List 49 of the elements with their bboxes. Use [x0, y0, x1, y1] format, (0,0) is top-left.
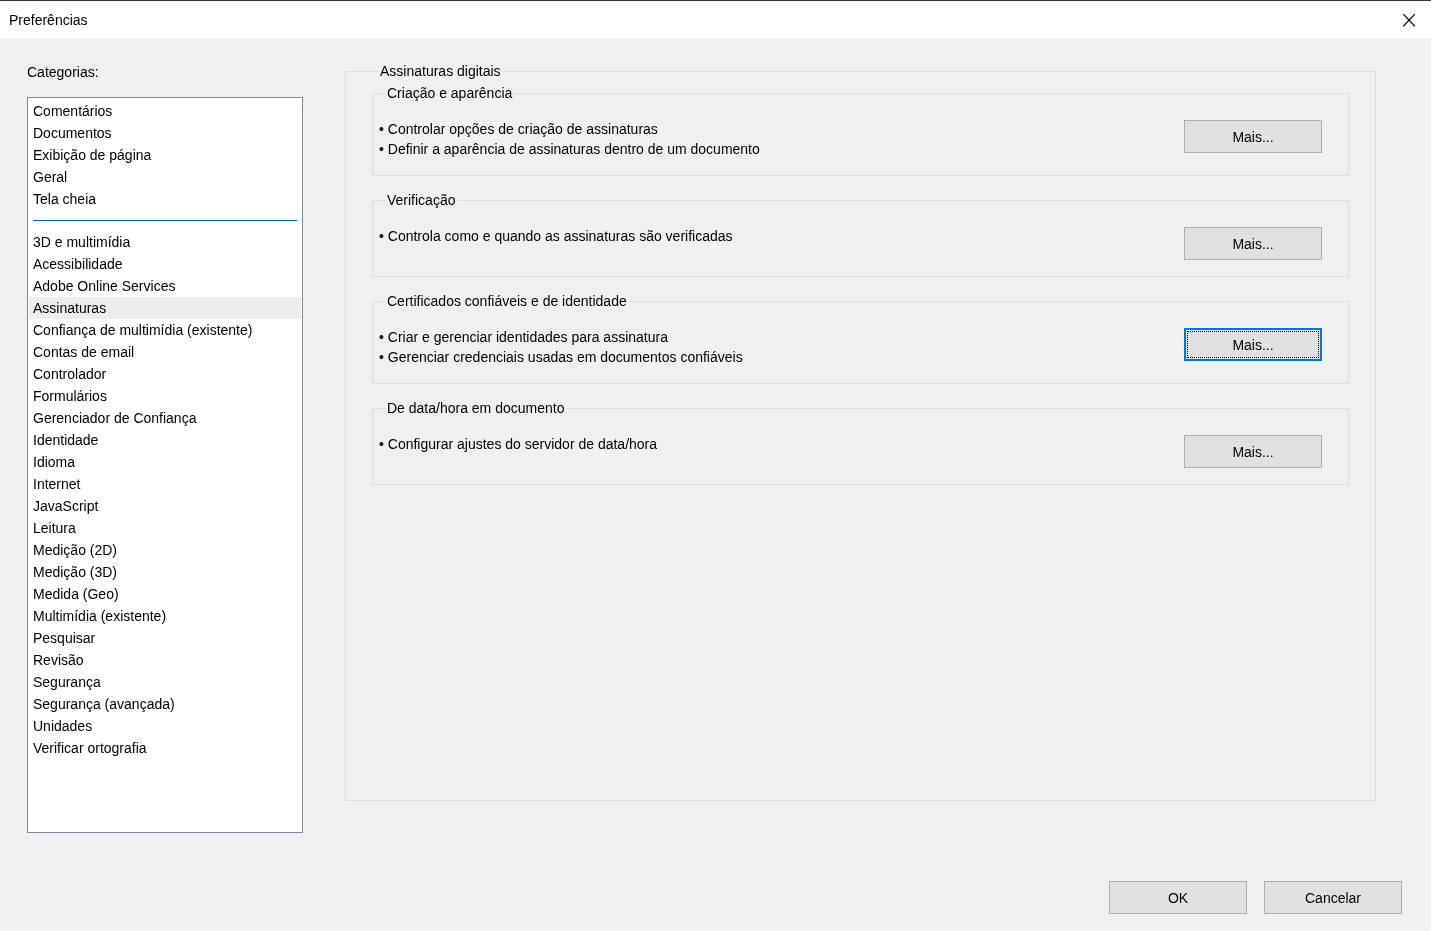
bullet-text: • Gerenciar credenciais usadas em documentos confiáveis: [379, 348, 743, 367]
window-title: Preferências: [9, 11, 88, 28]
category-item[interactable]: Unidades: [29, 715, 301, 737]
category-item[interactable]: Adobe Online Services: [29, 275, 301, 297]
category-item[interactable]: Confiança de multimídia (existente): [29, 319, 301, 341]
category-item[interactable]: Contas de email: [29, 341, 301, 363]
group-title: Assinaturas digitais: [379, 63, 502, 79]
categories-label: Categorias:: [27, 64, 100, 81]
category-item[interactable]: Segurança: [29, 671, 301, 693]
category-item[interactable]: Identidade: [29, 429, 301, 451]
category-item[interactable]: Assinaturas: [29, 297, 301, 319]
section-title: De data/hora em documento: [386, 400, 566, 416]
category-item[interactable]: Revisão: [29, 649, 301, 671]
category-item[interactable]: Verificar ortografia: [29, 737, 301, 759]
category-item[interactable]: Comentários: [29, 100, 301, 122]
category-item[interactable]: Medição (3D): [29, 561, 301, 583]
category-item[interactable]: Segurança (avançada): [29, 693, 301, 715]
category-item[interactable]: Leitura: [29, 517, 301, 539]
section-title: Criação e aparência: [386, 85, 514, 101]
close-button[interactable]: ×: [1387, 1, 1431, 38]
bullet-text: • Controla como e quando as assinaturas são verificadas: [379, 227, 733, 246]
category-item[interactable]: Internet: [29, 473, 301, 495]
category-item[interactable]: Medição (2D): [29, 539, 301, 561]
category-item[interactable]: Acessibilidade: [29, 253, 301, 275]
more-button[interactable]: Mais...: [1184, 328, 1322, 361]
bullet-text: • Definir a aparência de assinaturas dentro de um documento: [379, 140, 760, 159]
more-button[interactable]: Mais...: [1184, 227, 1322, 260]
section-title: Certificados confiáveis e de identidade: [386, 293, 628, 309]
category-item[interactable]: Documentos: [29, 122, 301, 144]
category-item[interactable]: Gerenciador de Confiança: [29, 407, 301, 429]
more-button[interactable]: Mais...: [1184, 435, 1322, 468]
bullet-text: • Controlar opções de criação de assinaturas: [379, 120, 659, 139]
category-item[interactable]: 3D e multimídia: [29, 231, 301, 253]
bullet-text: • Configurar ajustes do servidor de data/hora: [379, 435, 658, 454]
dialog-button[interactable]: OK: [1109, 881, 1247, 914]
more-button[interactable]: Mais...: [1184, 120, 1322, 153]
category-item[interactable]: Controlador: [29, 363, 301, 385]
bullet-text: • Criar e gerenciar identidades para assinatura: [379, 328, 669, 347]
category-item[interactable]: JavaScript: [29, 495, 301, 517]
category-item[interactable]: Formulários: [29, 385, 301, 407]
category-item[interactable]: Pesquisar: [29, 627, 301, 649]
category-item[interactable]: Tela cheia: [29, 188, 301, 210]
category-item[interactable]: Idioma: [29, 451, 301, 473]
section-title: Verificação: [386, 192, 457, 208]
category-item[interactable]: Medida (Geo): [29, 583, 301, 605]
dialog-button[interactable]: Cancelar: [1264, 881, 1402, 914]
category-item[interactable]: Exibição de página: [29, 144, 301, 166]
category-item[interactable]: Geral: [29, 166, 301, 188]
category-item[interactable]: Multimídia (existente): [29, 605, 301, 627]
